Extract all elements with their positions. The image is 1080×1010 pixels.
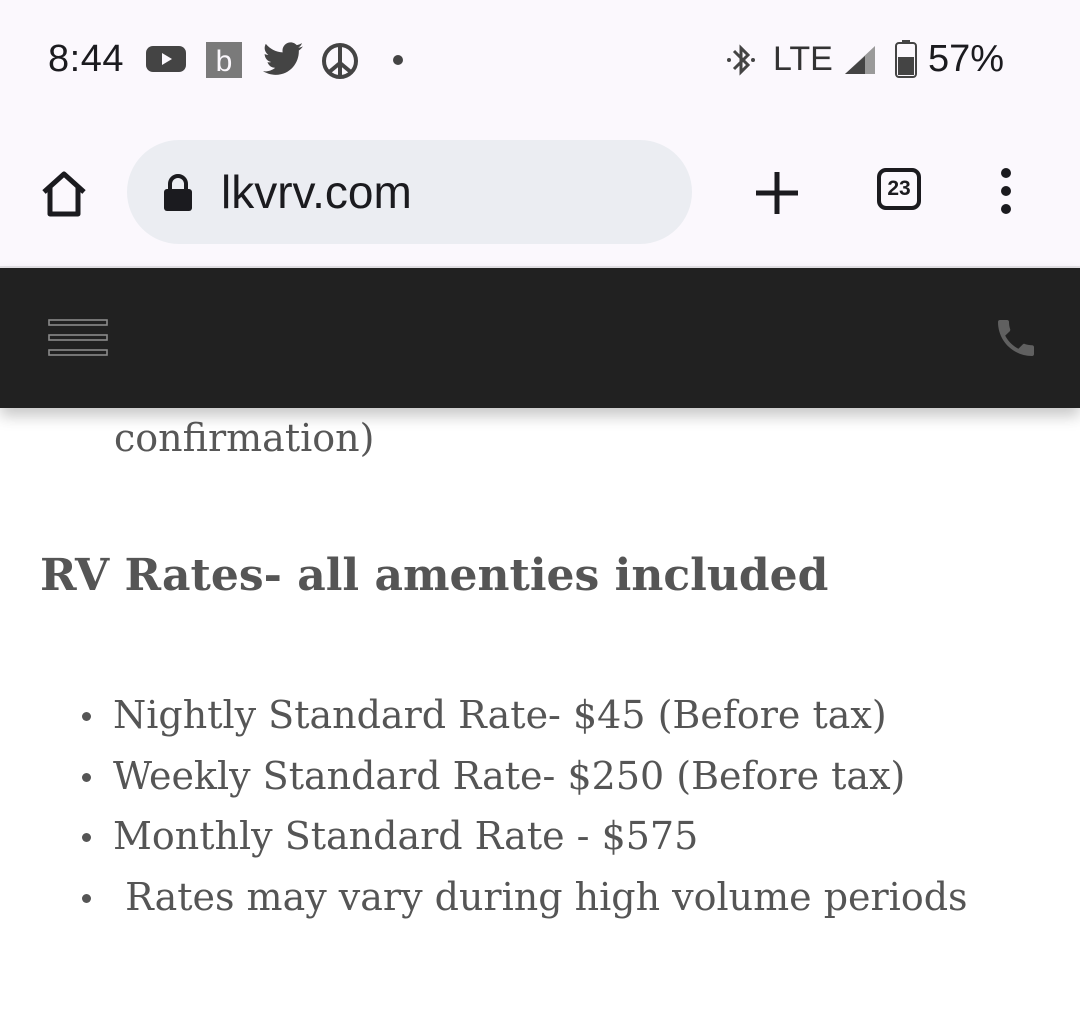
tab-switcher-button[interactable]: 23 (877, 168, 921, 210)
status-time: 8:44 (48, 38, 124, 80)
rate-text: Nightly Standard Rate- $45 (Before tax) (113, 693, 887, 737)
new-tab-icon[interactable] (752, 168, 802, 218)
twitter-icon (263, 42, 303, 80)
more-dot-icon (393, 55, 403, 65)
bluetooth-icon (726, 42, 756, 82)
network-type: LTE (773, 40, 833, 78)
rates-heading: RV Rates- all amenties included (40, 550, 829, 601)
battery-percent: 57% (928, 38, 1005, 80)
list-item: Monthly Standard Rate - $575 (80, 811, 968, 872)
youtube-icon (146, 42, 186, 80)
phone-icon[interactable] (992, 314, 1040, 362)
list-item: Nightly Standard Rate- $45 (Before tax) (80, 690, 968, 751)
status-bar: 8:44 b LTE 57% (0, 0, 1080, 120)
bullet-icon (82, 893, 91, 903)
home-icon[interactable] (36, 166, 92, 222)
list-item: Weekly Standard Rate- $250 (Before tax) (80, 751, 968, 812)
peace-icon (321, 42, 359, 84)
rate-text: Monthly Standard Rate - $575 (113, 814, 699, 858)
battery-icon (895, 40, 917, 82)
bullet-icon (82, 772, 91, 782)
site-header (0, 268, 1080, 408)
partial-text: confirmation) (114, 416, 375, 460)
b-app-icon: b (206, 42, 242, 82)
page-content: confirmation) RV Rates- all amenties inc… (0, 408, 1080, 1010)
signal-icon (843, 44, 877, 80)
overflow-menu-icon[interactable] (990, 166, 1022, 216)
svg-text:b: b (216, 45, 233, 78)
lock-icon (163, 174, 193, 212)
address-bar[interactable]: lkvrv.com (127, 140, 692, 244)
tab-count: 23 (887, 177, 911, 200)
rates-list: Nightly Standard Rate- $45 (Before tax) … (80, 690, 968, 932)
url-text: lkvrv.com (221, 166, 412, 218)
bullet-icon (82, 712, 91, 721)
hamburger-menu-icon[interactable] (48, 318, 110, 358)
rate-text: Weekly Standard Rate- $250 (Before tax) (113, 753, 906, 798)
list-item: Rates may vary during high volume period… (80, 872, 968, 933)
browser-toolbar: lkvrv.com 23 (0, 120, 1080, 268)
rate-text: Rates may vary during high volume period… (113, 874, 968, 919)
bullet-icon (82, 833, 91, 842)
